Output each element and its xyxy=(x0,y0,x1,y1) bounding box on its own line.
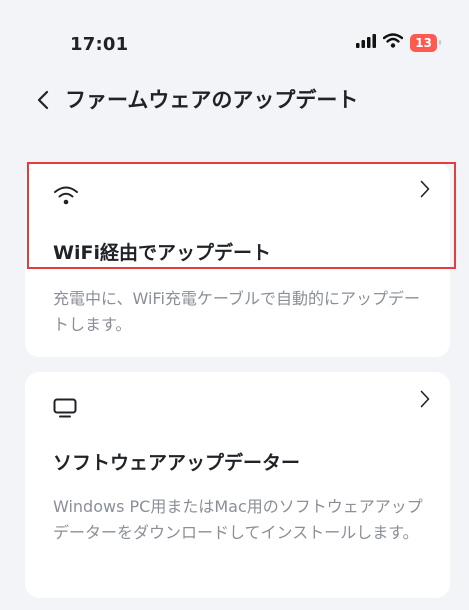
option-description: 充電中に、WiFi充電ケーブルで自動的にアップデートします。 xyxy=(53,289,420,334)
wifi-icon xyxy=(53,184,79,210)
chevron-left-icon xyxy=(37,90,49,110)
wifi-update-option[interactable]: WiFi経由でアップデート 充電中に、WiFi充電ケーブルで自動的にアップデート… xyxy=(25,162,450,357)
signal-icon xyxy=(356,33,377,52)
chevron-right-icon xyxy=(420,180,430,202)
battery-icon: 13 xyxy=(410,33,441,52)
back-button[interactable] xyxy=(30,86,56,114)
chevron-right-icon xyxy=(420,390,430,412)
nav-bar: ファームウェアのアップデート xyxy=(0,80,469,120)
option-title: ソフトウェアアップデーター xyxy=(53,452,301,474)
software-updater-option[interactable]: ソフトウェアアップデーター Windows PC用またはMac用のソフトウェアア… xyxy=(25,372,450,598)
monitor-icon xyxy=(53,398,77,422)
page-title: ファームウェアのアップデート xyxy=(65,88,359,112)
status-time: 17:01 xyxy=(70,34,129,55)
option-title: WiFi経由でアップデート xyxy=(53,242,271,264)
status-icons: 13 xyxy=(356,33,441,52)
option-description: Windows PC用またはMac用のソフトウェアアップデーターをダウンロードし… xyxy=(53,497,423,542)
wifi-icon xyxy=(383,33,404,52)
status-bar: 17:01 13 xyxy=(0,0,469,88)
